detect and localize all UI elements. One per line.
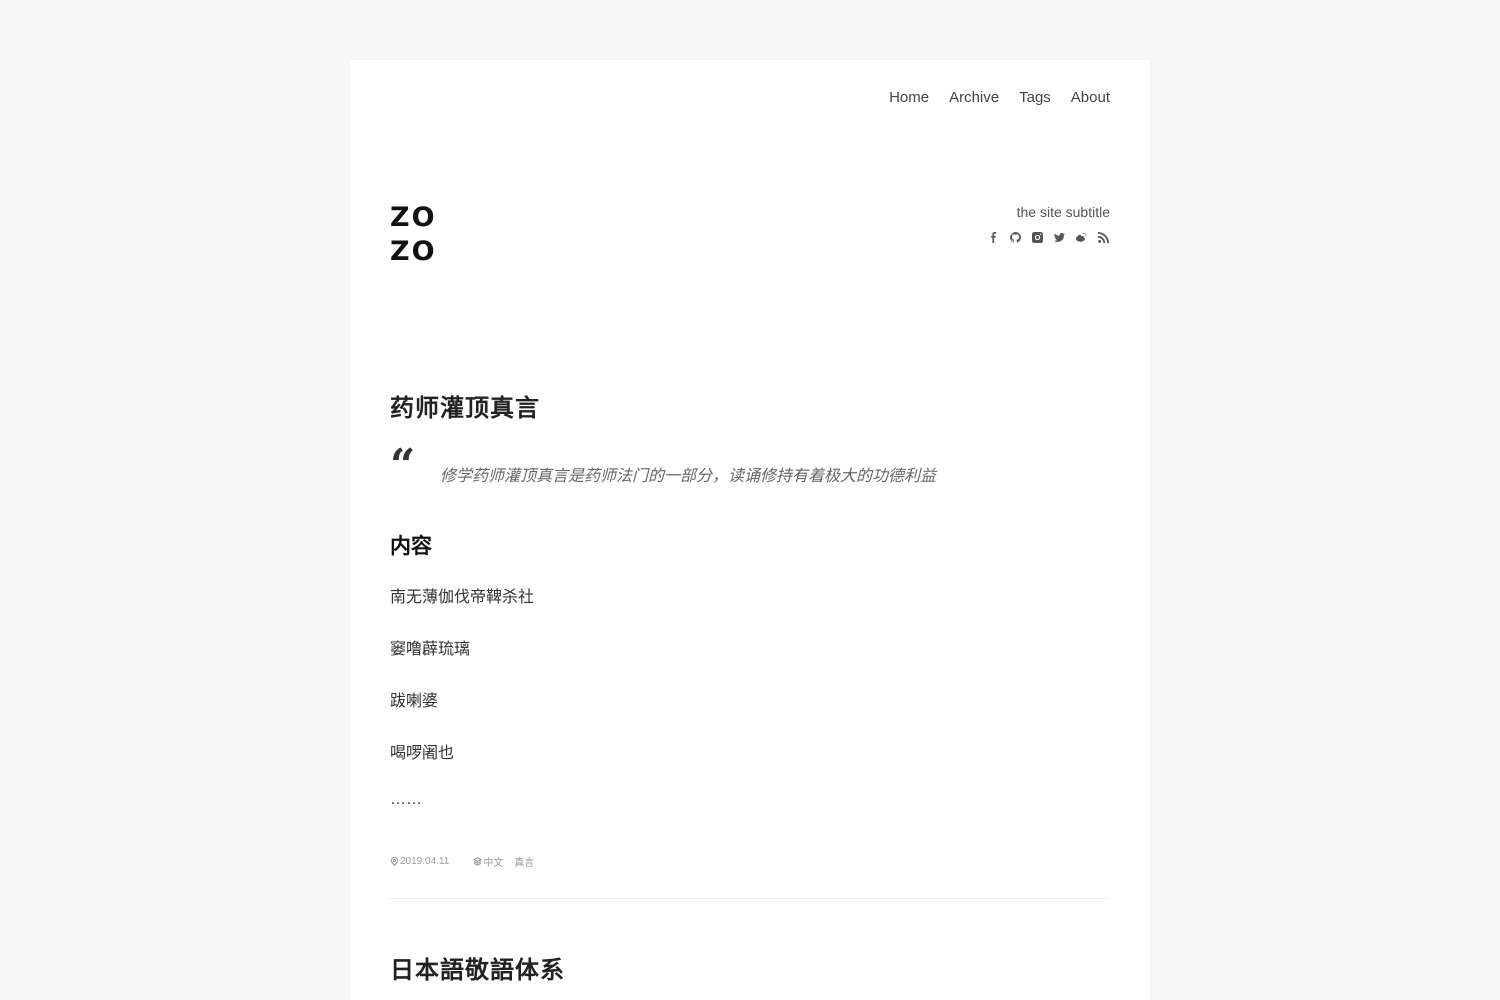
logo-line-2: ZO	[390, 236, 437, 267]
post-date: 2019.04.11	[390, 856, 449, 867]
post-meta: 2019.04.11 中文 真言	[390, 854, 544, 869]
post-tags: 中文 真言	[473, 854, 544, 869]
nav-archive-link[interactable]: Archive	[949, 89, 999, 106]
next-post-title[interactable]: 日本語敬語体系	[390, 950, 565, 985]
content-paragraph: 喝啰阇也	[390, 745, 455, 762]
tag-link[interactable]: 中文	[483, 854, 503, 869]
nav-home-link[interactable]: Home	[889, 89, 929, 106]
logo-line-1: ZO	[390, 202, 437, 233]
tag-link[interactable]: 真言	[514, 854, 534, 869]
instagram-icon[interactable]	[1030, 231, 1044, 243]
facebook-icon[interactable]	[986, 231, 1000, 243]
nav-tags-link[interactable]: Tags	[1019, 89, 1051, 106]
post-divider	[390, 898, 1110, 899]
post-excerpt-quote: “ 修学药师灌顶真言是药师法门的一部分，读诵修持有着极大的功德利益	[390, 440, 1110, 491]
nav-about-link[interactable]: About	[1071, 89, 1110, 106]
site-subtitle: the site subtitle	[1016, 204, 1110, 220]
site-logo[interactable]: ZO ZO	[390, 201, 437, 269]
content-paragraph: 跋喇婆	[390, 693, 439, 710]
page-card: Home Archive Tags About ZO ZO the site s…	[350, 60, 1150, 1000]
twitter-icon[interactable]	[1052, 231, 1066, 243]
location-pin-icon	[390, 857, 399, 866]
section-heading: 内容	[390, 535, 432, 558]
rss-icon[interactable]	[1096, 231, 1110, 243]
post-title[interactable]: 药师灌顶真言	[390, 388, 540, 423]
content-paragraph: ……	[390, 791, 422, 808]
social-links	[986, 231, 1110, 243]
content-paragraph: 窭噜薜琉璃	[390, 641, 471, 658]
content-paragraph: 南无薄伽伐帝鞞杀社	[390, 589, 535, 606]
layers-icon	[473, 857, 483, 866]
post-excerpt: 修学药师灌顶真言是药师法门的一部分，读诵修持有着极大的功德利益	[440, 468, 937, 485]
quote-mark-icon: “	[390, 440, 416, 491]
weibo-icon[interactable]	[1074, 231, 1088, 243]
github-icon[interactable]	[1008, 231, 1022, 243]
post-date-text: 2019.04.11	[400, 856, 450, 867]
top-nav: Home Archive Tags About	[889, 89, 1110, 106]
